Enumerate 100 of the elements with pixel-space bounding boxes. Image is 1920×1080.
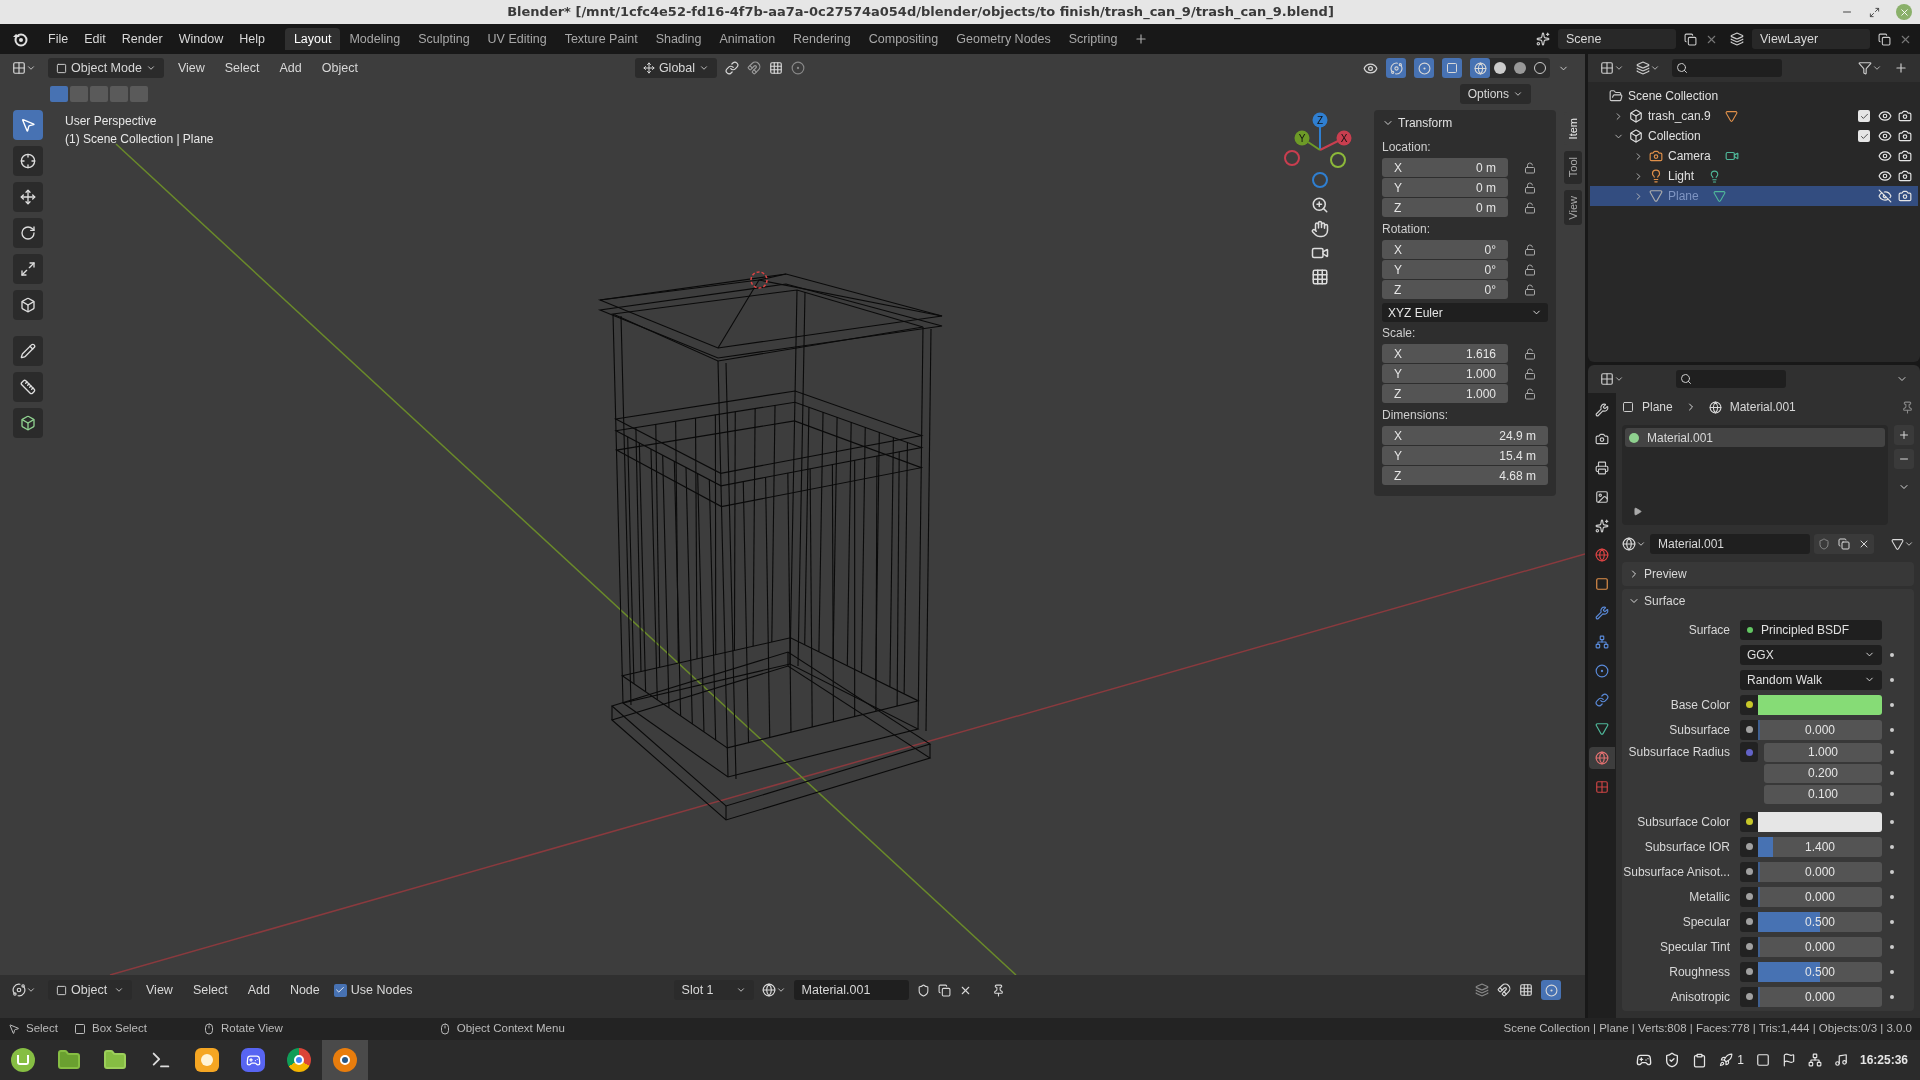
axis-handle[interactable]: Z [1312,112,1328,128]
menu-item[interactable]: Select [218,58,266,78]
material-slot[interactable]: Material.001 [1625,428,1885,447]
property-label: Specular Tint [1659,938,1730,956]
number-field[interactable]: Y 0 m [1382,178,1508,197]
clock[interactable]: 16:25:36 [1859,1051,1908,1069]
menu-item[interactable]: Add [273,58,308,78]
tray-count: 1 [1737,1052,1744,1069]
property-label: Subsurface Color [1637,813,1730,831]
shader-type-dropdown[interactable]: Object [48,980,132,1000]
number-field[interactable]: X 0° [1382,240,1508,259]
number-field[interactable]: X 0 m [1382,158,1508,177]
sidebar-tab[interactable]: View [1564,189,1582,226]
value-slider[interactable]: 0.000 [1758,719,1882,740]
shader-link-field[interactable]: Principled BSDF [1740,619,1882,640]
menu-item[interactable]: Select [186,980,234,1000]
menu-item[interactable]: Edit [76,29,114,49]
number-field[interactable]: Z 4.68 m [1382,466,1548,485]
section-label: Dimensions: [1382,407,1449,424]
use-nodes-checkbox[interactable]: Use Nodes [333,980,413,1000]
status-hint: Rotate View [220,1021,283,1037]
outliner-row[interactable]: Camera [1590,146,1918,166]
view-name-text: User Perspective [65,113,157,130]
menu-item[interactable]: View [171,58,211,78]
number-field[interactable]: X 1.616 [1382,344,1508,363]
axis-handle[interactable]: X [1336,130,1352,146]
dropdown[interactable]: GGX [1740,644,1882,665]
breadcrumb-item: Material.001 [1729,399,1796,416]
property-label: Subsurface IOR [1644,838,1730,856]
menu-item[interactable]: Help [231,29,273,49]
workspace-tab[interactable]: Scripting [1059,28,1127,50]
outliner-row[interactable]: Collection [1590,126,1918,146]
status-hint: Select [26,1021,58,1037]
menu-item[interactable]: Render [113,29,171,49]
property-label: Base Color [1670,696,1730,714]
number-field[interactable]: Y 0° [1382,260,1508,279]
number-field[interactable]: Y 1.000 [1382,364,1508,383]
workspace-tab[interactable]: Rendering [784,28,860,50]
material-name-field[interactable]: Material.001 [1650,534,1810,554]
number-field[interactable]: Z 0 m [1382,198,1508,217]
property-label: Anisotropic [1670,988,1730,1006]
outliner-row[interactable]: Scene Collection [1590,86,1918,106]
number-field[interactable]: 1.000 [1764,742,1882,762]
orientation-dropdown[interactable]: Global [634,58,718,78]
material-name-field[interactable]: Material.001 [793,980,909,1000]
workspace-tab[interactable]: Sculpting [409,28,479,50]
property-label: Subsurface Radius [1628,744,1730,761]
menu-item[interactable]: View [140,980,179,1000]
panel-header[interactable]: Surface [1622,589,1914,613]
view-layer-field[interactable]: ViewLayer [1752,29,1870,49]
menu-item[interactable]: Add [241,980,276,1000]
number-field[interactable]: Y 15.4 m [1382,446,1548,465]
scene-field[interactable]: Scene [1558,29,1676,49]
status-hint: Box Select [91,1021,147,1037]
workspace-tab[interactable]: Compositing [859,28,948,50]
workspace-tab[interactable]: Modeling [340,28,410,50]
axis-handle[interactable]: Y [1294,130,1310,146]
mode-dropdown[interactable]: Object Mode [48,58,164,78]
menu-item[interactable]: Window [170,29,232,49]
value-slider[interactable]: 0.500 [1758,961,1882,982]
workspace-tab[interactable]: Layout [284,28,341,50]
property-label: Surface [1688,621,1730,639]
navigation-gizmo[interactable]: Z Y X [1284,112,1352,188]
workspace-tab[interactable]: UV Editing [478,28,556,50]
value-slider[interactable]: 0.500 [1758,911,1882,932]
property-label: Specular [1682,913,1730,931]
sidebar-tab[interactable]: Tool [1564,151,1582,184]
number-field[interactable]: Z 0° [1382,280,1508,299]
property-label: Metallic [1689,888,1730,906]
menu-item[interactable]: Object [315,58,364,78]
workspace-tab[interactable]: Geometry Nodes [947,28,1060,50]
number-field[interactable]: 0.200 [1764,763,1882,783]
property-label: Subsurface Anisot... [1623,863,1730,881]
menu-item[interactable]: File [40,29,77,49]
number-field[interactable]: 0.100 [1764,784,1882,804]
section-label: Location: [1382,139,1431,156]
section-label: Rotation: [1382,221,1431,238]
outliner-row[interactable]: Light [1590,166,1918,186]
number-field[interactable]: Z 1.000 [1382,384,1508,403]
options-dropdown[interactable]: Options [1459,84,1531,104]
scene-statistics: Scene Collection | Plane | Verts:808 | Faces:778 | Tris:1,444 | Objects:0/3 | 3.0.0 [1503,1021,1912,1037]
outliner-row[interactable]: trash_can.9 [1590,106,1918,126]
view-context-text: (1) Scene Collection | Plane [65,131,214,148]
value-slider[interactable]: 0.000 [1758,936,1882,957]
workspace-tab[interactable]: Texture Paint [555,28,647,50]
property-label: Roughness [1669,963,1730,981]
number-field[interactable]: X 24.9 m [1382,426,1548,445]
panel-title[interactable]: Transform [1398,114,1453,132]
value-slider[interactable]: 0.000 [1758,986,1882,1007]
panel-header[interactable]: Preview [1622,562,1914,586]
window-title: Blender* [/mnt/1cfc4e52-fd16-4f7b-aa7a-0c27574a054d/blender/objects/to finish/trash_can_9/trash_can_9.blend] [507,3,1334,22]
slot-dropdown[interactable]: Slot 1 [673,980,754,1000]
menu-item[interactable]: Node [283,980,326,1000]
workspace-tab[interactable]: Shading [646,28,711,50]
value-slider[interactable]: 0.000 [1758,861,1882,882]
dropdown[interactable]: Random Walk [1740,669,1882,690]
workspace-tab[interactable]: Animation [710,28,785,50]
value-slider[interactable]: 1.400 [1758,836,1882,857]
value-slider[interactable]: 0.000 [1758,886,1882,907]
rotation-mode-dropdown[interactable]: XYZ Euler [1382,303,1548,322]
